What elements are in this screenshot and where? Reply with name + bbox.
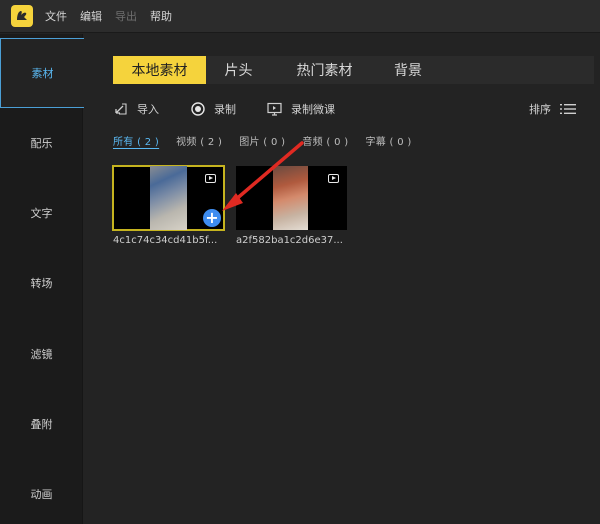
menu-file[interactable]: 文件: [45, 8, 67, 24]
record-lesson-button[interactable]: 录制微课: [266, 98, 335, 120]
tab-local-material[interactable]: 本地素材: [113, 56, 206, 84]
import-icon: [115, 103, 127, 115]
media-thumbnail[interactable]: [236, 166, 347, 230]
sort-label: 排序: [529, 103, 551, 116]
video-type-icon: [205, 174, 216, 183]
menu-help[interactable]: 帮助: [150, 8, 172, 24]
video-frame: [273, 166, 308, 230]
app-window: 文件 编辑 导出 帮助 素材 配乐 文字 转场 滤镜 叠附 动画 本地素材 片头…: [0, 0, 600, 524]
sort-button[interactable]: 排序: [529, 98, 585, 120]
sidebar-item-text[interactable]: 文字: [0, 178, 83, 248]
filter-video[interactable]: 视频 ( 2 ): [176, 133, 222, 149]
menu-edit[interactable]: 编辑: [80, 8, 102, 24]
media-filename: a2f582ba1c2d6e37...: [236, 235, 343, 246]
import-label: 导入: [137, 103, 159, 116]
sidebar-item-overlay[interactable]: 叠附: [0, 389, 83, 459]
media-item[interactable]: a2f582ba1c2d6e37...: [236, 166, 347, 246]
sidebar-item-music[interactable]: 配乐: [0, 108, 83, 178]
sidebar-item-material[interactable]: 素材: [0, 38, 84, 108]
tab-hot-material[interactable]: 热门素材: [271, 56, 378, 84]
sort-list-icon: [560, 104, 576, 114]
app-logo-icon: [11, 5, 33, 27]
tab-intro[interactable]: 片头: [206, 56, 271, 84]
media-filter-tabs: 所有 ( 2 ) 视频 ( 2 ) 图片 ( 0 ) 音频 ( 0 ) 字幕 (…: [113, 133, 429, 149]
record-button[interactable]: 录制: [190, 98, 236, 120]
record-lesson-label: 录制微课: [291, 103, 335, 116]
sidebar-item-filter[interactable]: 滤镜: [0, 319, 83, 389]
record-label: 录制: [214, 103, 236, 116]
menu-bar: 文件 编辑 导出 帮助: [0, 0, 600, 33]
sidebar: 素材 配乐 文字 转场 滤镜 叠附 动画: [0, 34, 84, 524]
import-button[interactable]: 导入: [113, 98, 159, 120]
media-item[interactable]: + 4c1c74c34cd41b5f...: [112, 165, 225, 246]
screen-record-icon: [267, 102, 282, 116]
record-icon: [191, 102, 205, 116]
video-frame: [150, 166, 187, 230]
media-thumbnail[interactable]: +: [112, 165, 225, 231]
video-type-icon: [328, 174, 339, 183]
media-filename: 4c1c74c34cd41b5f...: [113, 235, 218, 246]
filter-subtitle[interactable]: 字幕 ( 0 ): [365, 133, 411, 149]
material-tabs: 本地素材 片头 热门素材 背景: [113, 56, 594, 84]
tab-background[interactable]: 背景: [378, 56, 438, 84]
menu-export[interactable]: 导出: [115, 8, 137, 24]
filter-image[interactable]: 图片 ( 0 ): [239, 133, 285, 149]
sidebar-item-transition[interactable]: 转场: [0, 248, 83, 318]
filter-all[interactable]: 所有 ( 2 ): [113, 133, 159, 149]
sidebar-item-animation[interactable]: 动画: [0, 459, 83, 524]
filter-audio[interactable]: 音频 ( 0 ): [302, 133, 348, 149]
media-toolbar: 导入 录制 录制微课 排序: [113, 98, 588, 120]
add-to-timeline-button[interactable]: +: [203, 209, 221, 227]
